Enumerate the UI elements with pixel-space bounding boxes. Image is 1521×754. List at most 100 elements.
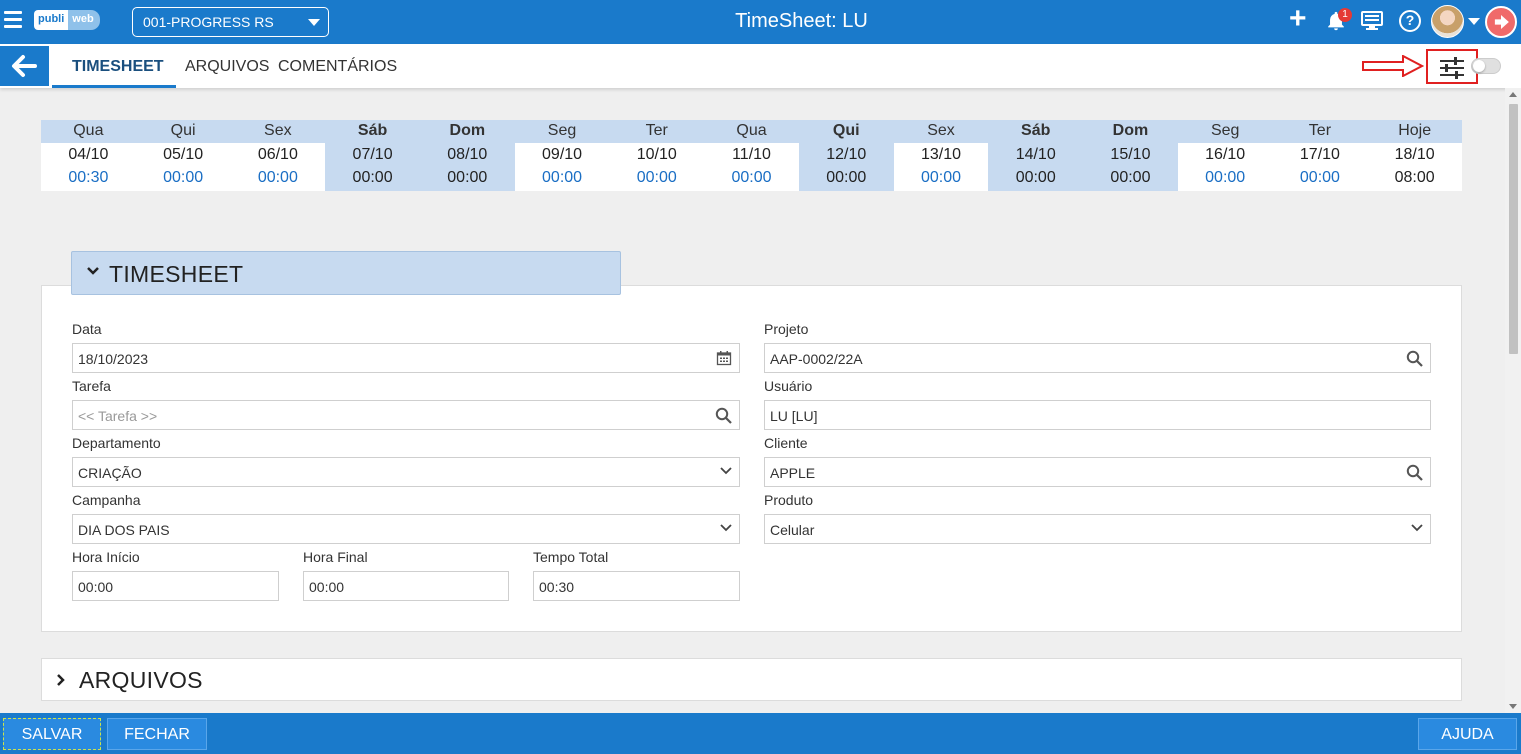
data-field[interactable]: 18/10/2023 xyxy=(72,343,740,373)
hora-inicio-field[interactable]: 00:00 xyxy=(72,571,279,601)
calendar-weekday: Seg xyxy=(514,120,610,143)
tarefa-label: Tarefa xyxy=(72,378,111,394)
scrollbar[interactable] xyxy=(1505,88,1521,713)
back-button[interactable] xyxy=(0,46,49,86)
calendar-date: 15/10 xyxy=(1110,146,1151,163)
search-icon[interactable] xyxy=(715,407,732,424)
calendar-day[interactable]: Ter 17/10 00:00 xyxy=(1272,120,1368,191)
calendar-weekday: Qui xyxy=(798,120,894,143)
calendar-date: 14/10 xyxy=(1015,146,1056,163)
monitor-icon[interactable] xyxy=(1361,11,1383,31)
projeto-label: Projeto xyxy=(764,321,809,337)
help-icon[interactable]: ? xyxy=(1399,10,1421,32)
calendar-icon[interactable] xyxy=(716,350,732,366)
tarefa-field[interactable]: << Tarefa >> xyxy=(72,400,740,430)
calendar-day[interactable]: Qui 05/10 00:00 xyxy=(135,120,231,191)
cliente-value: APPLE xyxy=(770,465,816,481)
scroll-up-icon[interactable] xyxy=(1509,92,1517,97)
calendar-day[interactable]: Sex 13/10 00:00 xyxy=(893,120,989,191)
departamento-label: Departamento xyxy=(72,435,161,451)
chevron-down-icon xyxy=(720,524,732,532)
calendar-day[interactable]: Qua 04/10 00:30 xyxy=(41,120,136,191)
calendar-day[interactable]: Sex 06/10 00:00 xyxy=(230,120,326,191)
cliente-label: Cliente xyxy=(764,435,808,451)
hora-inicio-label: Hora Início xyxy=(72,549,140,565)
help-button[interactable]: AJUDA xyxy=(1418,718,1517,750)
calendar-day[interactable]: Qua 11/10 00:00 xyxy=(704,120,799,191)
calendar-hours: 00:00 xyxy=(257,169,298,186)
campanha-select[interactable]: DIA DOS PAIS xyxy=(72,514,740,544)
data-value: 18/10/2023 xyxy=(78,351,149,367)
campanha-label: Campanha xyxy=(72,492,141,508)
calendar-day[interactable]: Sáb 14/10 00:00 xyxy=(988,120,1084,191)
calendar-weekday: Sáb xyxy=(988,120,1084,143)
calendar-weekday: Ter xyxy=(609,120,705,143)
tab-bar: TIMESHEET ARQUIVOS COMENTÁRIOS xyxy=(0,44,1521,88)
projeto-field[interactable]: AAP-0002/22A xyxy=(764,343,1431,373)
hora-final-value: 00:00 xyxy=(309,579,345,595)
calendar-hours: 00:00 xyxy=(447,169,488,186)
calendar-weekday: Qua xyxy=(41,120,136,143)
calendar-strip: Qua 04/10 00:30 Qui 05/10 00:00 Sex 06/10 00:00 S… xyxy=(41,120,1463,191)
calendar-day[interactable]: Seg 16/10 00:00 xyxy=(1177,120,1273,191)
tab-arquivos[interactable]: ARQUIVOS xyxy=(185,58,269,76)
calendar-day[interactable]: Qui 12/10 00:00 xyxy=(798,120,894,191)
tab-timesheet[interactable]: TIMESHEET xyxy=(72,58,164,76)
arrow-left-icon xyxy=(12,55,37,77)
calendar-date: 06/10 xyxy=(257,146,298,163)
calendar-date: 05/10 xyxy=(163,146,204,163)
toggle-switch[interactable] xyxy=(1471,58,1501,74)
timesheet-section-header[interactable]: TIMESHEET xyxy=(71,251,621,295)
calendar-day[interactable]: Ter 10/10 00:00 xyxy=(609,120,705,191)
calendar-day[interactable]: Seg 09/10 00:00 xyxy=(514,120,610,191)
logout-icon[interactable] xyxy=(1485,6,1517,38)
calendar-weekday: Qua xyxy=(704,120,799,143)
calendar-day[interactable]: Dom 08/10 00:00 xyxy=(419,120,515,191)
arquivos-section-header[interactable]: ARQUIVOS xyxy=(41,658,1462,701)
calendar-date: 07/10 xyxy=(352,146,393,163)
departamento-select[interactable]: CRIAÇÃO xyxy=(72,457,740,487)
notification-badge: 1 xyxy=(1338,8,1352,22)
calendar-weekday: Sex xyxy=(230,120,326,143)
caret-down-icon[interactable] xyxy=(1468,18,1480,25)
calendar-hours: 00:00 xyxy=(163,169,204,186)
calendar-day[interactable]: Hoje 18/10 08:00 xyxy=(1367,120,1463,191)
sliders-icon xyxy=(1440,57,1464,79)
save-button[interactable]: SALVAR xyxy=(3,718,101,750)
calendar-day[interactable]: Dom 15/10 00:00 xyxy=(1083,120,1178,191)
produto-label: Produto xyxy=(764,492,814,508)
calendar-hours: 00:00 xyxy=(636,169,677,186)
calendar-weekday: Sáb xyxy=(325,120,420,143)
scroll-down-icon[interactable] xyxy=(1509,704,1517,709)
avatar[interactable] xyxy=(1431,5,1464,38)
produto-value: Celular xyxy=(770,522,815,538)
calendar-hours: 00:00 xyxy=(352,169,393,186)
tab-comentarios[interactable]: COMENTÁRIOS xyxy=(278,58,397,76)
data-label: Data xyxy=(72,321,102,337)
calendar-date: 12/10 xyxy=(826,146,867,163)
footer-bar: SALVAR FECHAR AJUDA xyxy=(0,713,1521,754)
chevron-down-icon xyxy=(1411,524,1423,532)
scrollbar-thumb[interactable] xyxy=(1509,104,1518,354)
calendar-date: 16/10 xyxy=(1205,146,1246,163)
calendar-hours: 08:00 xyxy=(1394,169,1435,186)
produto-select[interactable]: Celular xyxy=(764,514,1431,544)
search-icon[interactable] xyxy=(1406,464,1423,481)
tempo-total-value: 00:30 xyxy=(539,579,575,595)
calendar-hours: 00:00 xyxy=(1110,169,1151,186)
close-button[interactable]: FECHAR xyxy=(107,718,207,750)
calendar-day[interactable]: Sáb 07/10 00:00 xyxy=(325,120,420,191)
tempo-total-field[interactable]: 00:30 xyxy=(533,571,740,601)
plus-icon[interactable]: + xyxy=(1289,2,1307,36)
hora-final-field[interactable]: 00:00 xyxy=(303,571,509,601)
search-icon[interactable] xyxy=(1406,350,1423,367)
cliente-field[interactable]: APPLE xyxy=(764,457,1431,487)
hora-final-label: Hora Final xyxy=(303,549,368,565)
calendar-weekday: Hoje xyxy=(1367,120,1463,143)
calendar-weekday: Ter xyxy=(1272,120,1368,143)
usuario-field[interactable]: LU [LU] xyxy=(764,400,1431,430)
calendar-date: 17/10 xyxy=(1299,146,1340,163)
calendar-hours: 00:00 xyxy=(1205,169,1246,186)
usuario-label: Usuário xyxy=(764,378,813,394)
calendar-hours: 00:00 xyxy=(1015,169,1056,186)
